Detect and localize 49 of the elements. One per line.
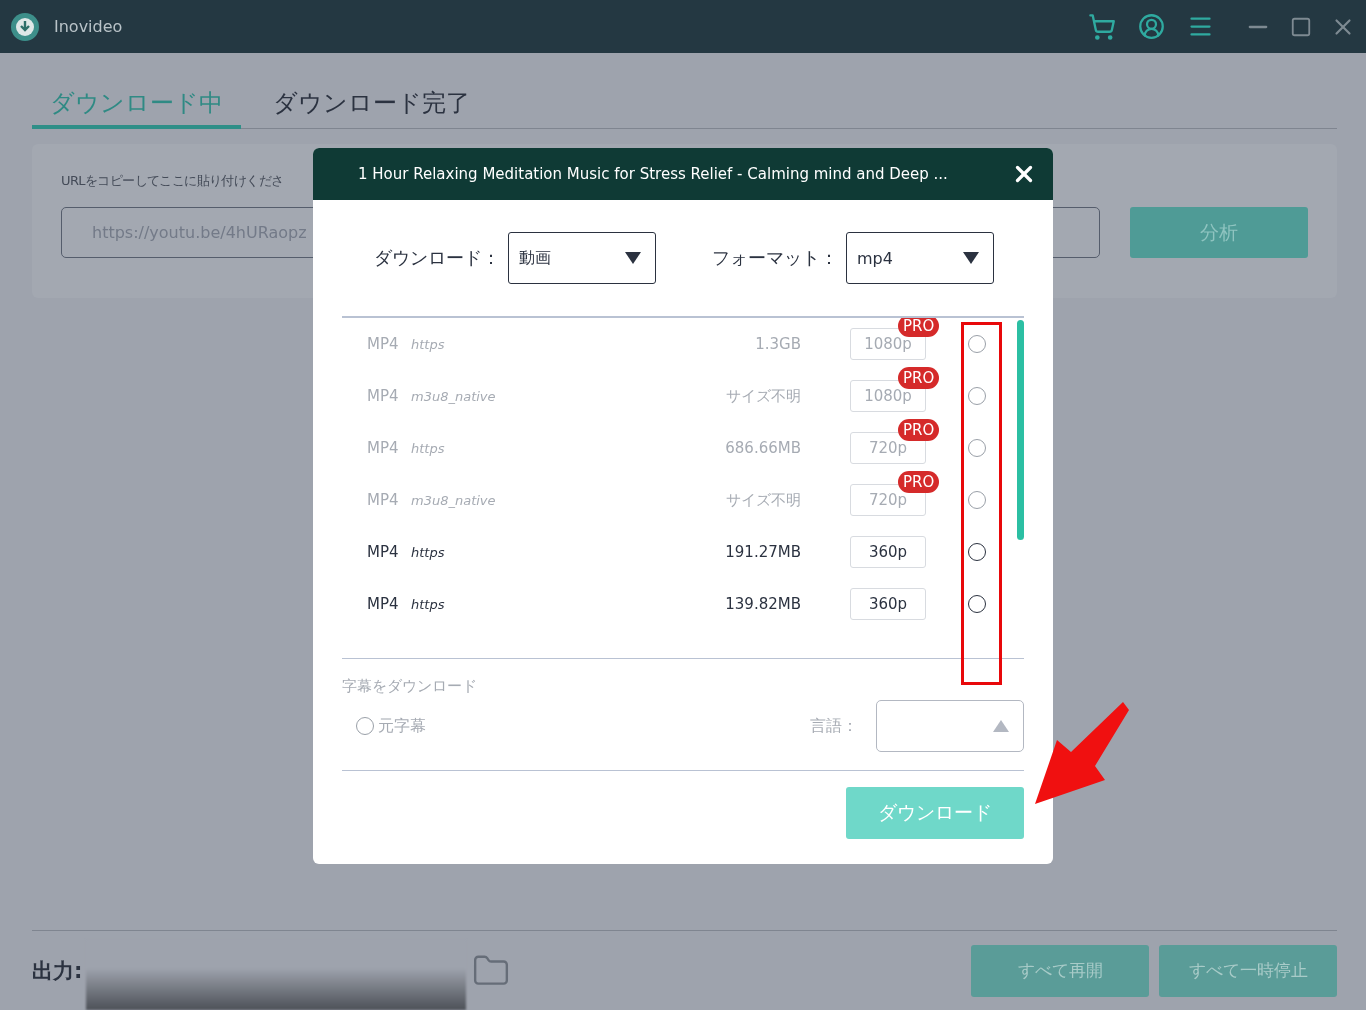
protocol: https (411, 440, 446, 456)
radio-button[interactable] (356, 717, 374, 735)
caret-icon (993, 720, 1009, 732)
subtitle-heading: 字幕をダウンロード (342, 677, 478, 696)
download-type-select[interactable]: 動画 (508, 232, 656, 284)
url-label: URLをコピーしてここに貼り付けくださ (61, 172, 284, 190)
app-logo-icon (10, 11, 40, 42)
protocol: https (411, 336, 446, 352)
account-icon[interactable] (1138, 13, 1165, 40)
protocol: https (411, 544, 446, 560)
format-type: MP4 (367, 439, 400, 457)
radio-button[interactable] (968, 595, 986, 613)
file-size: 191.27MB (724, 543, 801, 561)
file-size: サイズ不明 (725, 490, 801, 510)
format-type: MP4 (367, 387, 400, 405)
protocol: m3u8_native (411, 492, 497, 508)
radio-button[interactable] (968, 543, 986, 561)
protocol: m3u8_native (411, 388, 497, 404)
caret-icon (625, 252, 641, 264)
language-label: 言語： (810, 715, 858, 737)
analyze-button[interactable]: 分析 (1130, 207, 1308, 258)
scrollbar[interactable] (1017, 320, 1024, 540)
format-select[interactable]: mp4 (846, 232, 994, 284)
tab[interactable]: ダウンロード中 (32, 87, 241, 129)
file-size: 686.66MB (724, 439, 801, 457)
protocol: https (411, 596, 446, 612)
dialog-title: 1 Hour Relaxing Meditation Music for Stress Relief - Calming mind and Deep ... (358, 165, 949, 183)
subtitle-option-label: 元字幕 (378, 715, 426, 737)
file-size: サイズ不明 (725, 386, 801, 406)
language-select[interactable] (876, 700, 1024, 752)
maximize-icon[interactable] (1290, 15, 1312, 38)
tab[interactable]: ダウンロード完了 (255, 87, 488, 129)
bulk-action-button[interactable]: すべて再開 (971, 944, 1149, 997)
format-type: MP4 (367, 335, 400, 353)
format-type: MP4 (367, 595, 400, 613)
download-type-label: ダウンロード： (374, 246, 500, 270)
format-label: フォーマット： (712, 246, 838, 270)
file-size: 139.82MB (724, 595, 801, 613)
quality-tag: 360p (850, 536, 926, 568)
cart-icon[interactable] (1088, 12, 1116, 41)
file-size: 1.3GB (754, 335, 801, 353)
format-type: MP4 (367, 491, 400, 509)
download-button[interactable]: ダウンロード (846, 787, 1024, 839)
quality-tag: 360p (850, 588, 926, 620)
app-title: Inovideo (54, 17, 124, 36)
bulk-action-button[interactable]: すべて一時停止 (1159, 944, 1337, 997)
format-type: MP4 (367, 543, 400, 561)
output-label: 出力: (32, 957, 83, 985)
caret-icon (963, 252, 979, 264)
